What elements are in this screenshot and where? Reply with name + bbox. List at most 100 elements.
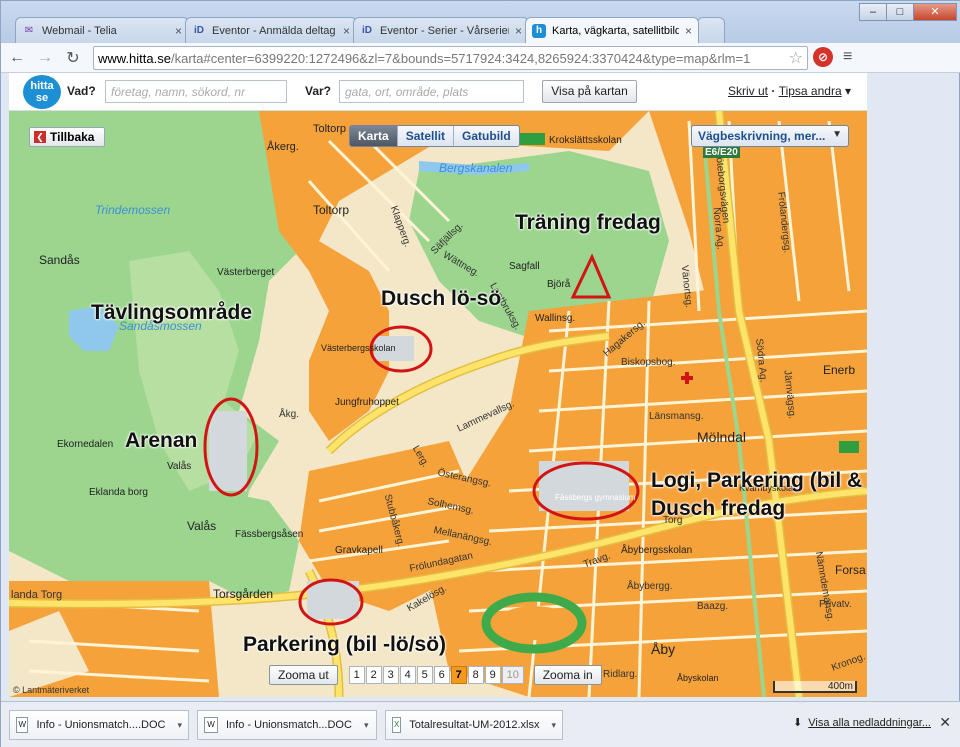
what-input[interactable]: företag, namn, sökord, nr	[105, 80, 287, 103]
label-krokslattsskolan: Krokslättsskolan	[549, 135, 622, 146]
download-item-3[interactable]: X Totalresultat-UM-2012.xlsx ▾	[385, 710, 563, 740]
menu-icon[interactable]: ≡	[843, 48, 852, 66]
zoom-level-5[interactable]: 5	[416, 666, 433, 684]
mail-icon: ✉	[24, 25, 34, 36]
zoom-level-9[interactable]: 9	[484, 666, 501, 684]
map-type-gatubild[interactable]: Gatubild	[453, 126, 519, 146]
road-privatv: Privatv.	[819, 599, 852, 610]
close-tab-icon[interactable]: ×	[343, 24, 350, 38]
download-item-2[interactable]: W Info - Unionsmatch...DOC ▾	[197, 710, 377, 740]
hitta-logo[interactable]: hitta se	[23, 75, 61, 109]
tab-eventor-anmalda[interactable]: iD Eventor - Anmälda deltag ×	[185, 17, 357, 43]
label-toltorp: Toltorp	[313, 203, 350, 217]
tab-hitta-karta[interactable]: h Karta, vägkarta, satellitbild ×	[525, 17, 699, 43]
share-link[interactable]: Tipsa andra	[779, 84, 842, 98]
zoom-control: Zooma ut 1 2 3 4 5 6 7 8 9 10 Zooma in	[269, 665, 602, 685]
zoom-out-button[interactable]: Zooma ut	[269, 665, 338, 685]
label-bjora: Björå	[547, 279, 571, 290]
park-east	[839, 441, 859, 453]
window-controls: – □ ✕	[859, 3, 957, 21]
label-eklanda-borg: Eklanda borg	[89, 487, 148, 498]
arena-area	[209, 411, 247, 491]
zoom-in-button[interactable]: Zooma in	[533, 665, 602, 685]
tab-eventor-serier[interactable]: iD Eventor - Serier - Vårserier ×	[353, 17, 529, 43]
address-bar[interactable]: www.hitta.se/karta#center=6399220:127249…	[93, 46, 808, 70]
label-sagfall: Sagfall	[509, 261, 540, 272]
annotation-parking-car: Parkering (bil -lö/sö)	[243, 633, 447, 656]
zoom-level-1[interactable]: 1	[348, 666, 365, 684]
adblock-extension-icon[interactable]: ⊘	[813, 47, 833, 67]
zoom-level-6[interactable]: 6	[433, 666, 450, 684]
label-abyskolan: Åbyskolan	[677, 673, 719, 683]
zoom-level-7[interactable]: 7	[450, 666, 467, 684]
back-arrow-icon[interactable]: ←	[5, 46, 29, 70]
print-link[interactable]: Skriv ut	[728, 84, 768, 98]
label-fassbergsasen: Fässbergsåsen	[235, 529, 304, 540]
road-baazg: Baazg.	[697, 601, 729, 612]
eventor-icon: iD	[362, 25, 372, 36]
park-krokslatt	[519, 133, 545, 145]
maximize-icon[interactable]: □	[886, 3, 914, 21]
label-valas: Valås	[187, 519, 217, 533]
map-type-karta[interactable]: Karta	[350, 126, 397, 146]
label-sandas: Sandås	[39, 253, 80, 267]
close-tab-icon[interactable]: ×	[685, 24, 692, 38]
map-type-switcher: Karta Satellit Gatubild	[349, 125, 520, 147]
spreadsheet-icon: X	[392, 717, 402, 733]
dropdown-arrow-icon[interactable]: ▾	[364, 720, 369, 731]
dropdown-arrow-icon[interactable]: ▾	[551, 720, 556, 731]
zoom-level-8[interactable]: 8	[467, 666, 484, 684]
zoom-level-3[interactable]: 3	[382, 666, 399, 684]
close-tab-icon[interactable]: ×	[515, 24, 522, 38]
zoom-level-2[interactable]: 2	[365, 666, 382, 684]
race-track-infield	[496, 606, 572, 640]
browser-window: ✉ Webmail - Telia × iD Eventor - Anmälda…	[0, 0, 960, 747]
download-item-1[interactable]: W Info - Unionsmatch....DOC ▾	[9, 710, 189, 740]
new-tab-button[interactable]	[697, 17, 725, 43]
annotation-training-friday: Träning fredag	[515, 211, 661, 234]
forward-arrow-icon[interactable]: →	[33, 46, 57, 70]
close-window-icon[interactable]: ✕	[913, 3, 957, 21]
label-wallinsg: Wallinsg.	[535, 313, 576, 324]
label-fassbergs-gymnasium: Fässbergs gymnasium	[555, 493, 636, 502]
road-lansmansg: Länsmansg.	[649, 411, 704, 422]
annotation-lodging-parking: Logi, Parkering (bil & buss)	[651, 469, 867, 492]
map-canvas[interactable]: Trindemossen Sandåsmossen Bergskanalen Å…	[9, 111, 867, 697]
tab-webmail[interactable]: ✉ Webmail - Telia ×	[15, 17, 189, 43]
map-type-satellit[interactable]: Satellit	[396, 126, 454, 146]
bookmark-star-icon[interactable]: ☆	[789, 48, 803, 68]
header-links: Skriv ut · Tipsa andra ▾	[728, 84, 851, 98]
minimize-icon[interactable]: –	[859, 3, 887, 21]
map-graphic	[9, 111, 867, 697]
label-forsa: Forsa	[835, 563, 866, 577]
document-icon: W	[16, 717, 29, 733]
where-input[interactable]: gata, ort, område, plats	[339, 80, 524, 103]
label-enerb: Enerb	[823, 363, 856, 377]
show-on-map-button[interactable]: Visa på kartan	[542, 80, 637, 103]
dropdown-arrow-icon[interactable]: ▾	[177, 720, 182, 731]
back-button[interactable]: ❮ Tillbaka	[29, 127, 105, 147]
downloads-bar: W Info - Unionsmatch....DOC ▾ W Info - U…	[1, 701, 960, 747]
download-arrow-icon: ⬇	[793, 717, 803, 729]
close-tab-icon[interactable]: ×	[175, 24, 182, 38]
zoom-level-10[interactable]: 10	[501, 666, 524, 684]
label-toltorp-north: Toltorp	[313, 123, 347, 135]
label-trindemossen: Trindemossen	[95, 203, 171, 217]
label-ekornedalen: Ekornedalen	[57, 439, 114, 450]
close-downloads-icon[interactable]: ✕	[939, 714, 951, 731]
show-all-downloads[interactable]: ⬇ Visa alla nedladdningar...	[793, 716, 931, 730]
route-dropdown[interactable]: Vägbeskrivning, mer... ▼	[691, 125, 849, 147]
label-torsgarden: Torsgården	[213, 587, 274, 601]
zoom-level-4[interactable]: 4	[399, 666, 416, 684]
caret-down-icon[interactable]: ▾	[845, 84, 851, 98]
label-vasterberget: Västerberget	[217, 267, 275, 278]
road-landa-torg: landa Torg	[11, 589, 63, 601]
road-e6e20: E6/E20	[703, 147, 740, 158]
label-aby: Åby	[651, 641, 676, 657]
annotation-shower-friday: Dusch fredag	[651, 497, 786, 520]
road-biskopsbog: Biskopsbog.	[621, 357, 676, 368]
eventor-icon: iD	[194, 25, 204, 36]
reload-icon[interactable]: ↻	[61, 46, 85, 70]
label-akerg: Åkerg.	[267, 141, 299, 153]
annotation-shower-sat-sun: Dusch lö-sö	[381, 287, 502, 310]
